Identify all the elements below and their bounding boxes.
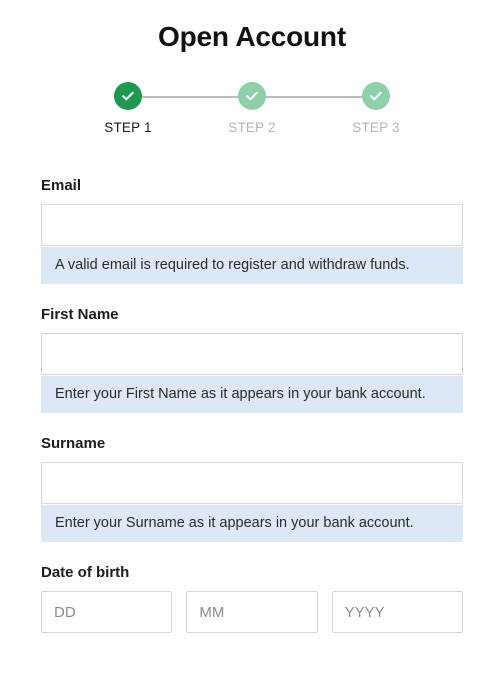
check-icon xyxy=(368,88,384,104)
step-3-circle[interactable] xyxy=(362,82,390,110)
page-title: Open Account xyxy=(158,21,346,52)
step-1-label: STEP 1 xyxy=(104,120,152,135)
stepper-step-3[interactable]: STEP 3 xyxy=(344,82,408,135)
date-of-birth-label: Date of birth xyxy=(41,564,130,581)
date-of-birth-month-input[interactable] xyxy=(186,591,318,633)
date-of-birth-row xyxy=(41,591,463,633)
surname-label: Surname xyxy=(41,435,106,452)
surname-hint: Enter your Surname as it appears in your… xyxy=(41,505,463,542)
check-icon xyxy=(120,88,136,104)
open-account-page: Open Account STEP 1 STEP 2 STEP 3 Email … xyxy=(0,0,504,700)
stepper-step-1[interactable]: STEP 1 xyxy=(96,82,160,135)
surname-input[interactable] xyxy=(41,462,463,504)
email-input[interactable] xyxy=(41,204,463,246)
first-name-input[interactable] xyxy=(41,333,463,375)
progress-stepper: STEP 1 STEP 2 STEP 3 xyxy=(0,82,504,135)
step-2-label: STEP 2 xyxy=(228,120,276,135)
step-2-circle[interactable] xyxy=(238,82,266,110)
step-1-circle[interactable] xyxy=(114,82,142,110)
field-group-email: Email A valid email is required to regis… xyxy=(41,177,463,284)
open-account-form: Email A valid email is required to regis… xyxy=(0,177,504,633)
date-of-birth-day-input[interactable] xyxy=(41,591,173,633)
field-group-surname: Surname Enter your Surname as it appears… xyxy=(41,435,463,542)
check-icon xyxy=(244,88,260,104)
first-name-hint: Enter your First Name as it appears in y… xyxy=(41,376,463,413)
field-group-first-name: First Name Enter your First Name as it a… xyxy=(41,306,463,413)
date-of-birth-year-input[interactable] xyxy=(331,591,463,633)
stepper-step-2[interactable]: STEP 2 xyxy=(220,82,284,135)
first-name-label: First Name xyxy=(41,306,119,323)
email-label: Email xyxy=(41,177,82,194)
email-hint: A valid email is required to register an… xyxy=(41,247,463,284)
step-3-label: STEP 3 xyxy=(352,120,400,135)
field-group-date-of-birth: Date of birth xyxy=(41,564,463,633)
